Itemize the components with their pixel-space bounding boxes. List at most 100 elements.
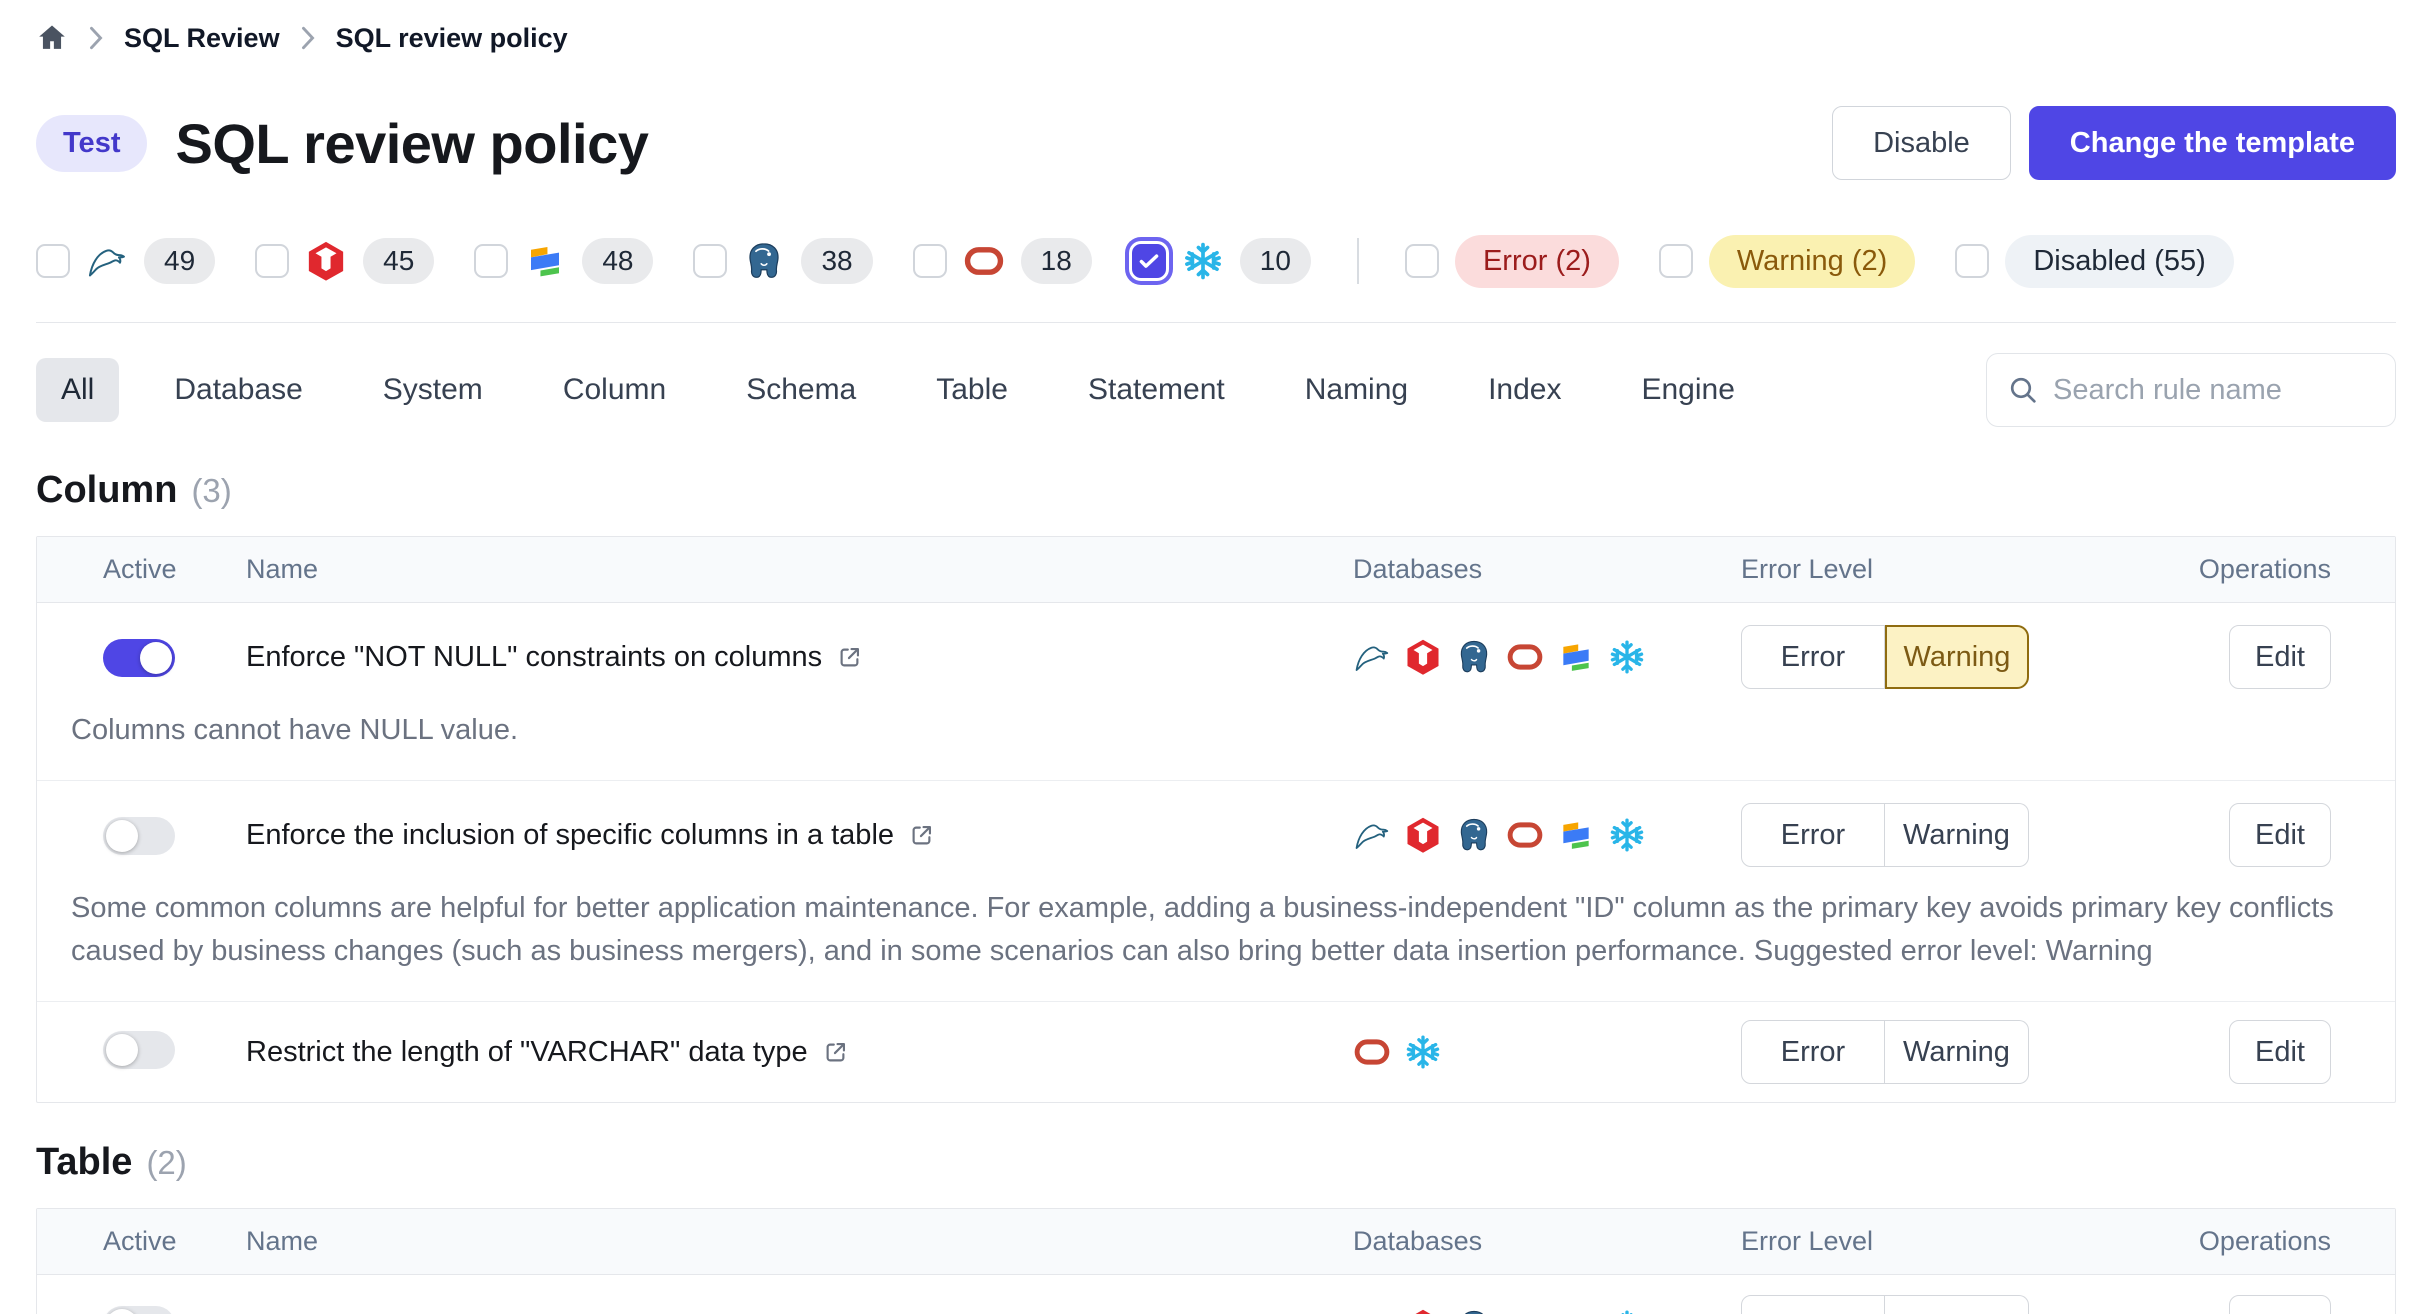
col-header-error-level: Error Level	[1681, 554, 2111, 585]
search-icon	[2007, 374, 2039, 406]
rule-description: Columns cannot have NULL value.	[37, 689, 2395, 756]
edit-button[interactable]: Edit	[2229, 1295, 2331, 1314]
error-level-control: Error Warning	[1681, 1295, 2111, 1314]
rule-name: Enforce the inclusion of specific column…	[246, 819, 894, 852]
warning-checkbox[interactable]	[1659, 244, 1693, 278]
table-row: Enforce "NOT NULL" constraints on column…	[37, 603, 2395, 781]
filter-row: 49 45 48 38 18 10 Er	[36, 232, 2396, 290]
filter-oracle[interactable]: 18	[913, 238, 1092, 284]
tab-table[interactable]: Table	[911, 358, 1033, 422]
divider	[1357, 238, 1359, 284]
tab-statement[interactable]: Statement	[1063, 358, 1250, 422]
edit-button[interactable]: Edit	[2229, 1020, 2331, 1084]
filter-warning-level[interactable]: Warning (2)	[1659, 235, 1915, 288]
tab-naming[interactable]: Naming	[1280, 358, 1433, 422]
section-title: Table	[36, 1141, 132, 1184]
oceanbase-icon	[524, 240, 566, 282]
search-input[interactable]	[2053, 374, 2375, 407]
tab-schema[interactable]: Schema	[721, 358, 881, 422]
active-toggle[interactable]	[103, 1306, 175, 1314]
sql-review-policy-page: SQL Review SQL review policy Test SQL re…	[0, 0, 2432, 1314]
filter-postgres[interactable]: 38	[693, 238, 872, 284]
tab-database[interactable]: Database	[149, 358, 327, 422]
oracle-icon	[963, 240, 1005, 282]
edit-button[interactable]: Edit	[2229, 625, 2331, 689]
postgres-icon	[1455, 638, 1493, 676]
filter-oceanbase[interactable]: 48	[474, 238, 653, 284]
snowflake-checkbox[interactable]	[1132, 244, 1166, 278]
warning-level-button[interactable]: Warning	[1885, 1020, 2029, 1084]
tidb-icon	[1404, 816, 1442, 854]
rule-databases	[1301, 816, 1681, 854]
mysql-icon	[1353, 816, 1391, 854]
oracle-icon	[1506, 1308, 1544, 1314]
disabled-pill: Disabled (55)	[2005, 235, 2233, 288]
snowflake-icon	[1608, 638, 1646, 676]
tidb-icon	[1404, 1308, 1442, 1314]
section-count: (3)	[191, 472, 231, 510]
col-header-name: Name	[207, 1226, 1301, 1257]
mysql-icon	[86, 240, 128, 282]
filter-snowflake[interactable]: 10	[1132, 238, 1311, 284]
rule-databases	[1301, 1308, 1681, 1314]
error-level-control: Error Warning	[1681, 1020, 2111, 1084]
tidb-checkbox[interactable]	[255, 244, 289, 278]
snowflake-icon	[1404, 1033, 1442, 1071]
rule-name: Restrict the length of "VARCHAR" data ty…	[246, 1036, 808, 1069]
rule-name: Enforce inclusion of primary key in a ta…	[246, 1311, 783, 1314]
warning-level-button[interactable]: Warning	[1885, 625, 2029, 689]
active-toggle[interactable]	[103, 1031, 175, 1069]
tab-all[interactable]: All	[36, 358, 119, 422]
title-row: Test SQL review policy Disable Change th…	[36, 106, 2396, 180]
filter-error-level[interactable]: Error (2)	[1405, 235, 1619, 288]
error-level-button[interactable]: Error	[1741, 625, 1885, 689]
rule-count-badge: 49	[144, 238, 215, 284]
home-icon[interactable]	[36, 22, 68, 54]
tab-index[interactable]: Index	[1463, 358, 1586, 422]
error-checkbox[interactable]	[1405, 244, 1439, 278]
mysql-checkbox[interactable]	[36, 244, 70, 278]
table-rules-table: Active Name Databases Error Level Operat…	[36, 1208, 2396, 1314]
rule-name: Enforce "NOT NULL" constraints on column…	[246, 641, 822, 674]
error-level-button[interactable]: Error	[1741, 803, 1885, 867]
warning-level-button[interactable]: Warning	[1885, 1295, 2029, 1314]
tab-system[interactable]: System	[358, 358, 508, 422]
filter-mysql[interactable]: 49	[36, 238, 215, 284]
active-toggle[interactable]	[103, 817, 175, 855]
postgres-checkbox[interactable]	[693, 244, 727, 278]
external-link-icon[interactable]	[836, 644, 863, 671]
filter-disabled-level[interactable]: Disabled (55)	[1955, 235, 2233, 288]
active-toggle[interactable]	[103, 639, 175, 677]
col-header-databases: Databases	[1301, 1226, 1681, 1257]
rule-databases	[1301, 638, 1681, 676]
rule-count-badge: 18	[1021, 238, 1092, 284]
error-level-button[interactable]: Error	[1741, 1295, 1885, 1314]
error-level-button[interactable]: Error	[1741, 1020, 1885, 1084]
change-template-button[interactable]: Change the template	[2029, 106, 2396, 180]
oracle-icon	[1506, 638, 1544, 676]
postgres-icon	[743, 240, 785, 282]
table-header: Active Name Databases Error Level Operat…	[37, 537, 2395, 603]
error-level-control: Error Warning	[1681, 625, 2111, 689]
oracle-checkbox[interactable]	[913, 244, 947, 278]
table-row: Enforce inclusion of primary key in a ta…	[37, 1275, 2395, 1314]
edit-button[interactable]: Edit	[2229, 803, 2331, 867]
warning-level-button[interactable]: Warning	[1885, 803, 2029, 867]
col-header-databases: Databases	[1301, 554, 1681, 585]
snowflake-icon	[1608, 1308, 1646, 1314]
oceanbase-icon	[1557, 816, 1595, 854]
tab-engine[interactable]: Engine	[1616, 358, 1759, 422]
section-heading-column: Column (3)	[36, 469, 2396, 512]
oceanbase-checkbox[interactable]	[474, 244, 508, 278]
tidb-icon	[305, 240, 347, 282]
external-link-icon[interactable]	[822, 1039, 849, 1066]
mysql-icon	[1353, 638, 1391, 676]
breadcrumb-sql-review[interactable]: SQL Review	[124, 23, 280, 54]
disable-button[interactable]: Disable	[1832, 106, 2011, 180]
tab-column[interactable]: Column	[538, 358, 691, 422]
col-header-operations: Operations	[2111, 1226, 2395, 1257]
disabled-checkbox[interactable]	[1955, 244, 1989, 278]
divider	[36, 322, 2396, 323]
filter-tidb[interactable]: 45	[255, 238, 434, 284]
external-link-icon[interactable]	[908, 822, 935, 849]
